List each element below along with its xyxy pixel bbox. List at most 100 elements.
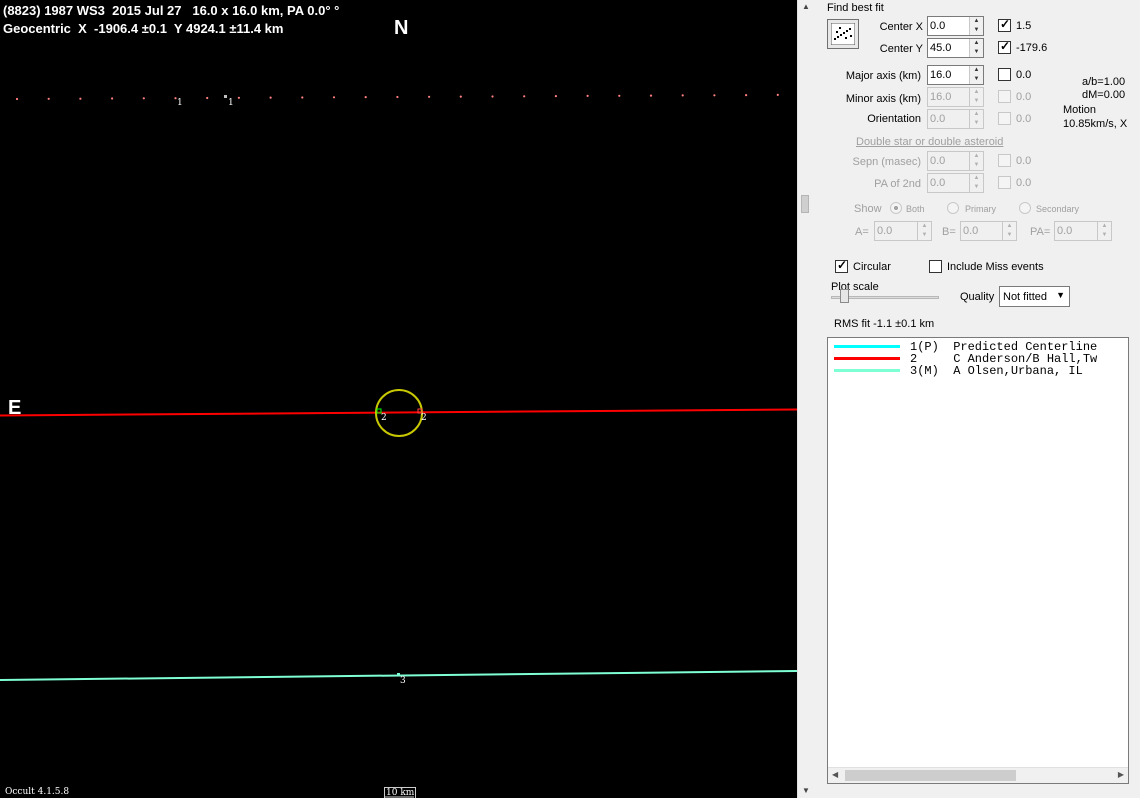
line-color-swatch <box>834 369 900 372</box>
observer-list[interactable]: 1(P) Predicted Centerline 2 C Anderson/B… <box>827 337 1129 784</box>
track-1-dot <box>745 94 748 97</box>
track-1-dot <box>523 95 526 98</box>
panel-scrollbar[interactable]: ▲ ▼ <box>797 0 816 798</box>
minor-axis-fit-checkbox[interactable] <box>998 90 1011 103</box>
a-input[interactable]: 0.0 ▲ ▼ <box>874 221 932 241</box>
scroll-thumb[interactable] <box>801 195 809 213</box>
center-x-fit-checkbox[interactable]: ✓ <box>998 17 1011 32</box>
minor-axis-value: 16.0 <box>930 91 952 103</box>
observer-text: 3(M) A Olsen,Urbana, IL <box>910 364 1083 378</box>
track-1-dot <box>586 94 589 97</box>
rms-fit-label: RMS fit -1.1 ±0.1 km <box>834 318 935 330</box>
pa-label: PA= <box>1030 226 1051 238</box>
double-star-link[interactable]: Double star or double asteroid <box>856 136 1003 148</box>
center-y-value: 45.0 <box>930 42 952 54</box>
minor-axis-spinner[interactable]: ▲ ▼ <box>969 88 983 106</box>
list-item[interactable]: 1(P) Predicted Centerline <box>828 340 1128 354</box>
show-secondary-radio[interactable] <box>1019 202 1031 214</box>
quality-value: Not fitted <box>1003 291 1048 303</box>
sepn-label: Sepn (masec) <box>852 156 921 168</box>
track-1-dots <box>15 93 779 101</box>
chord-label-1b: 1 <box>228 98 234 108</box>
quality-select[interactable]: Not fitted ▼ <box>999 286 1070 307</box>
circular-checkbox[interactable]: ✓ <box>835 258 848 273</box>
orientation-spinner[interactable]: ▲ ▼ <box>969 110 983 128</box>
track-1-dot <box>618 94 621 97</box>
chord-label-2b: 2 <box>421 413 427 423</box>
track-1-dot <box>396 95 399 99</box>
show-label: Show <box>854 203 882 215</box>
scroll-down-icon[interactable]: ▼ <box>802 786 810 795</box>
center-x-spinner[interactable]: ▲ ▼ <box>969 17 983 35</box>
list-item[interactable]: 3(M) A Olsen,Urbana, IL <box>828 364 1128 378</box>
marker-1 <box>224 95 227 98</box>
sepn-value: 0.0 <box>930 155 946 167</box>
show-both-radio[interactable] <box>890 202 902 214</box>
track-1-dot <box>554 95 558 98</box>
motion-value: 10.85km/s, X <box>1063 118 1128 130</box>
pa-input[interactable]: 0.0 ▲ ▼ <box>1054 221 1112 241</box>
scroll-up-icon[interactable]: ▲ <box>802 2 810 11</box>
center-y-fit-checkbox[interactable]: ✓ <box>998 39 1011 54</box>
major-axis-spinner[interactable]: ▲ ▼ <box>969 66 983 84</box>
pa2nd-input[interactable]: 0.0 ▲ ▼ <box>927 173 984 193</box>
plot-scale-slider[interactable] <box>840 289 849 303</box>
track-1-dot <box>206 96 209 100</box>
plot-canvas <box>0 93 797 798</box>
motion-label: Motion <box>1063 104 1097 116</box>
track-1-dot <box>649 94 653 97</box>
b-input[interactable]: 0.0 ▲ ▼ <box>960 221 1017 241</box>
pa-value: 0.0 <box>1057 225 1073 237</box>
occultation-plot[interactable]: (8823) 1987 WS3 2015 Jul 27 16.0 x 16.0 … <box>0 0 797 798</box>
center-y-input[interactable]: 45.0 ▲ ▼ <box>927 38 984 58</box>
orientation-value: 0.0 <box>930 113 946 125</box>
list-item[interactable]: 2 C Anderson/B Hall,Tw <box>828 352 1128 366</box>
check-icon: ✓ <box>1000 39 1011 53</box>
scroll-right-icon[interactable]: ▶ <box>1118 770 1124 779</box>
track-1-dot <box>47 97 50 100</box>
include-miss-checkbox[interactable] <box>929 260 942 273</box>
chord-label-2a: 2 <box>381 413 387 423</box>
scroll-left-icon[interactable]: ◀ <box>832 770 838 779</box>
major-axis-label: Major axis (km) <box>845 70 921 82</box>
sepn-input[interactable]: 0.0 ▲ ▼ <box>927 151 984 171</box>
quality-label: Quality <box>960 291 995 303</box>
pa-spinner[interactable]: ▲ ▼ <box>1097 222 1111 240</box>
center-y-spinner[interactable]: ▲ ▼ <box>969 39 983 57</box>
major-axis-fit-checkbox[interactable] <box>998 68 1011 81</box>
pa2nd-fit-value: 0.0 <box>1016 177 1032 189</box>
track-1-dot <box>142 97 145 100</box>
show-primary-radio[interactable] <box>947 202 959 214</box>
center-x-input[interactable]: 0.0 ▲ ▼ <box>927 16 984 36</box>
line-color-swatch <box>834 357 900 360</box>
b-value: 0.0 <box>963 225 979 237</box>
find-best-fit-label: Find best fit <box>827 2 884 14</box>
track-1-dot <box>332 96 336 99</box>
pa2nd-label: PA of 2nd <box>874 178 921 190</box>
a-spinner[interactable]: ▲ ▼ <box>917 222 931 240</box>
pa2nd-spinner[interactable]: ▲ ▼ <box>969 174 983 192</box>
a-label: A= <box>855 226 869 238</box>
pa2nd-fit-checkbox[interactable] <box>998 176 1011 189</box>
track-1-dot <box>776 93 779 96</box>
orientation-fit-checkbox[interactable] <box>998 112 1011 125</box>
track-1-dot <box>15 97 19 101</box>
sepn-spinner[interactable]: ▲ ▼ <box>969 152 983 170</box>
track-1-dot <box>364 96 367 99</box>
sepn-fit-checkbox[interactable] <box>998 154 1011 167</box>
list-scroll-thumb[interactable] <box>845 770 1016 781</box>
major-axis-value: 16.0 <box>930 69 952 81</box>
orientation-input[interactable]: 0.0 ▲ ▼ <box>927 109 984 129</box>
list-horizontal-scrollbar[interactable]: ◀ ▶ <box>828 767 1128 783</box>
find-best-fit-button[interactable] <box>827 19 859 49</box>
major-axis-input[interactable]: 16.0 ▲ ▼ <box>927 65 984 85</box>
track-1-dot <box>681 94 684 97</box>
fit-control-panel: Find best fit Center X 0.0 ▲ ▼ ✓ 1.5 Cent… <box>817 0 1140 798</box>
minor-axis-input[interactable]: 16.0 ▲ ▼ <box>927 87 984 107</box>
show-both-label: Both <box>906 204 925 214</box>
minor-axis-fit-value: 0.0 <box>1016 91 1032 103</box>
chord-2-line <box>0 408 797 417</box>
b-spinner[interactable]: ▲ ▼ <box>1002 222 1016 240</box>
major-axis-fit-value: 0.0 <box>1016 69 1032 81</box>
show-primary-label: Primary <box>965 204 996 214</box>
